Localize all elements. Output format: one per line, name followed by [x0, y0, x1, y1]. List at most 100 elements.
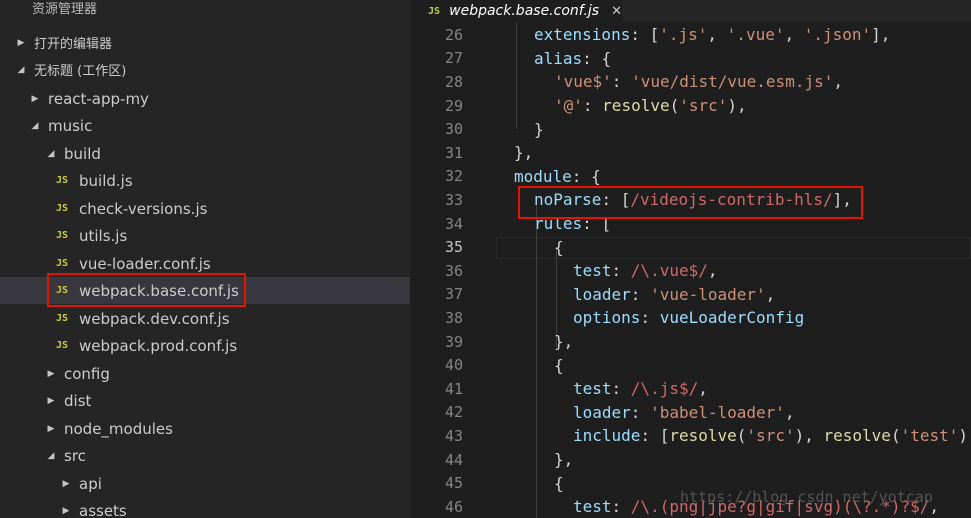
code-line: 40 {	[410, 353, 971, 377]
tree-item-label: build.js	[79, 171, 133, 190]
code-text: 'vue$': 'vue/dist/vue.esm.js',	[554, 72, 843, 92]
chevron-right-icon: ▶	[47, 423, 55, 434]
code-text: '@': resolve('src'),	[554, 96, 747, 116]
tree-item-label: config	[64, 364, 110, 383]
line-number: 42	[444, 403, 463, 422]
code-line: 30 }	[410, 117, 971, 141]
code-text: },	[554, 332, 574, 352]
js-file-icon: JS	[56, 313, 69, 324]
open-editors-section[interactable]: ▶ 打开的编辑器	[0, 29, 410, 56]
line-number: 36	[444, 261, 463, 280]
code-text: {	[554, 237, 564, 257]
code-line: 44 },	[410, 448, 971, 472]
line-number: 44	[444, 450, 463, 469]
code-text: {	[554, 473, 564, 493]
tree-item-label: webpack.prod.conf.js	[79, 336, 238, 355]
chevron-right-icon: ▶	[62, 478, 70, 489]
code-line: 37 loader: 'vue-loader',	[410, 283, 971, 307]
tree-folder-music[interactable]: ◢ music	[0, 112, 410, 139]
code-text: },	[514, 143, 534, 163]
annotation-highlight-box	[518, 186, 863, 219]
code-text: extensions: ['.js', '.vue', '.json'],	[534, 25, 891, 45]
tree-file-webpack-prod-conf-js[interactable]: JS webpack.prod.conf.js	[0, 332, 410, 359]
tree-item-label: build	[64, 144, 101, 163]
annotation-highlight-box	[47, 273, 246, 307]
code-line: 43 include: [resolve('src'), resolve('te…	[410, 424, 971, 448]
chevron-down-icon: ◢	[17, 64, 25, 75]
chevron-right-icon: ▶	[62, 505, 70, 516]
tree-folder-build[interactable]: ◢ build	[0, 140, 410, 167]
js-file-icon: JS	[56, 175, 69, 186]
line-number: 41	[444, 379, 463, 398]
tree-item-label: api	[79, 474, 102, 493]
workspace-label: 无标题 (工作区)	[34, 64, 127, 79]
code-line: 28 'vue$': 'vue/dist/vue.esm.js',	[410, 70, 971, 94]
code-text: options: vueLoaderConfig	[573, 308, 805, 328]
tree-item-label: vue-loader.conf.js	[79, 254, 211, 273]
tree-file-utils-js[interactable]: JS utils.js	[0, 222, 410, 249]
workspace-section[interactable]: ◢ 无标题 (工作区)	[0, 56, 410, 83]
code-line: 26 extensions: ['.js', '.vue', '.json'],	[410, 23, 971, 47]
tree-item-label: assets	[79, 501, 127, 518]
code-line: 29 '@': resolve('src'),	[410, 94, 971, 118]
js-file-icon: JS	[56, 230, 69, 241]
line-number: 28	[444, 72, 463, 91]
code-text: loader: 'babel-loader',	[573, 402, 795, 422]
tree-folder-dist[interactable]: ▶ dist	[0, 387, 410, 414]
tree-file-webpack-dev-conf-js[interactable]: JS webpack.dev.conf.js	[0, 305, 410, 332]
chevron-right-icon: ▶	[47, 368, 55, 379]
code-text: test: /\.vue$/,	[573, 261, 718, 281]
code-text: include: [resolve('src'), resolve('test'…	[573, 426, 971, 446]
tree-item-label: webpack.dev.conf.js	[79, 309, 230, 328]
tree-folder-node-modules[interactable]: ▶ node_modules	[0, 415, 410, 442]
line-number: 40	[444, 356, 463, 375]
js-file-icon: JS	[56, 340, 69, 351]
code-line: 41 test: /\.js$/,	[410, 377, 971, 401]
code-line: 27 alias: {	[410, 47, 971, 71]
line-number: 38	[444, 308, 463, 327]
line-number: 26	[444, 25, 463, 44]
code-text: }	[534, 119, 544, 139]
chevron-down-icon: ◢	[47, 148, 55, 159]
line-number: 43	[444, 426, 463, 445]
line-number: 37	[444, 285, 463, 304]
tree-folder-config[interactable]: ▶ config	[0, 360, 410, 387]
line-number: 46	[444, 497, 463, 516]
tree-folder-src[interactable]: ◢ src	[0, 442, 410, 469]
tree-folder-assets[interactable]: ▶ assets	[0, 497, 410, 518]
code-line: 35 {	[410, 235, 971, 259]
tree-item-label: check-versions.js	[79, 199, 208, 218]
chevron-down-icon: ◢	[31, 120, 39, 131]
tree-folder-api[interactable]: ▶ api	[0, 470, 410, 497]
tab-webpack-base-conf-js[interactable]: JS webpack.base.conf.js ✕	[410, 0, 622, 22]
tree-item-label: music	[48, 116, 93, 135]
line-number: 30	[444, 120, 463, 139]
code-editor[interactable]: 26 extensions: ['.js', '.vue', '.json'],…	[410, 22, 971, 518]
close-icon[interactable]: ✕	[611, 4, 622, 19]
tree-item-label: react-app-my	[48, 89, 149, 108]
js-file-icon: JS	[56, 258, 69, 269]
code-line: 39 },	[410, 330, 971, 354]
js-file-icon: JS	[56, 203, 69, 214]
tree-folder-react-app-my[interactable]: ▶ react-app-my	[0, 85, 410, 112]
code-text: loader: 'vue-loader',	[573, 284, 776, 304]
code-text: alias: {	[534, 48, 612, 68]
code-text: },	[554, 450, 574, 470]
code-text: test: /\.js$/,	[573, 379, 708, 399]
line-number: 33	[444, 190, 463, 209]
line-number: 45	[444, 474, 463, 493]
tree-file-build-js[interactable]: JS build.js	[0, 167, 410, 194]
line-number: 32	[444, 167, 463, 186]
tree-file-check-versions-js[interactable]: JS check-versions.js	[0, 195, 410, 222]
chevron-down-icon: ◢	[47, 450, 55, 461]
open-editors-label: 打开的编辑器	[34, 37, 113, 52]
explorer-title: 资源管理器	[32, 2, 98, 17]
line-number: 31	[444, 143, 463, 162]
line-number: 39	[444, 332, 463, 351]
tree-item-label: utils.js	[79, 226, 128, 245]
line-number: 27	[444, 49, 463, 68]
code-line: 38 options: vueLoaderConfig	[410, 306, 971, 330]
tree-item-label: node_modules	[64, 419, 173, 438]
line-number: 34	[444, 214, 463, 233]
tree-item-label: dist	[64, 391, 92, 410]
